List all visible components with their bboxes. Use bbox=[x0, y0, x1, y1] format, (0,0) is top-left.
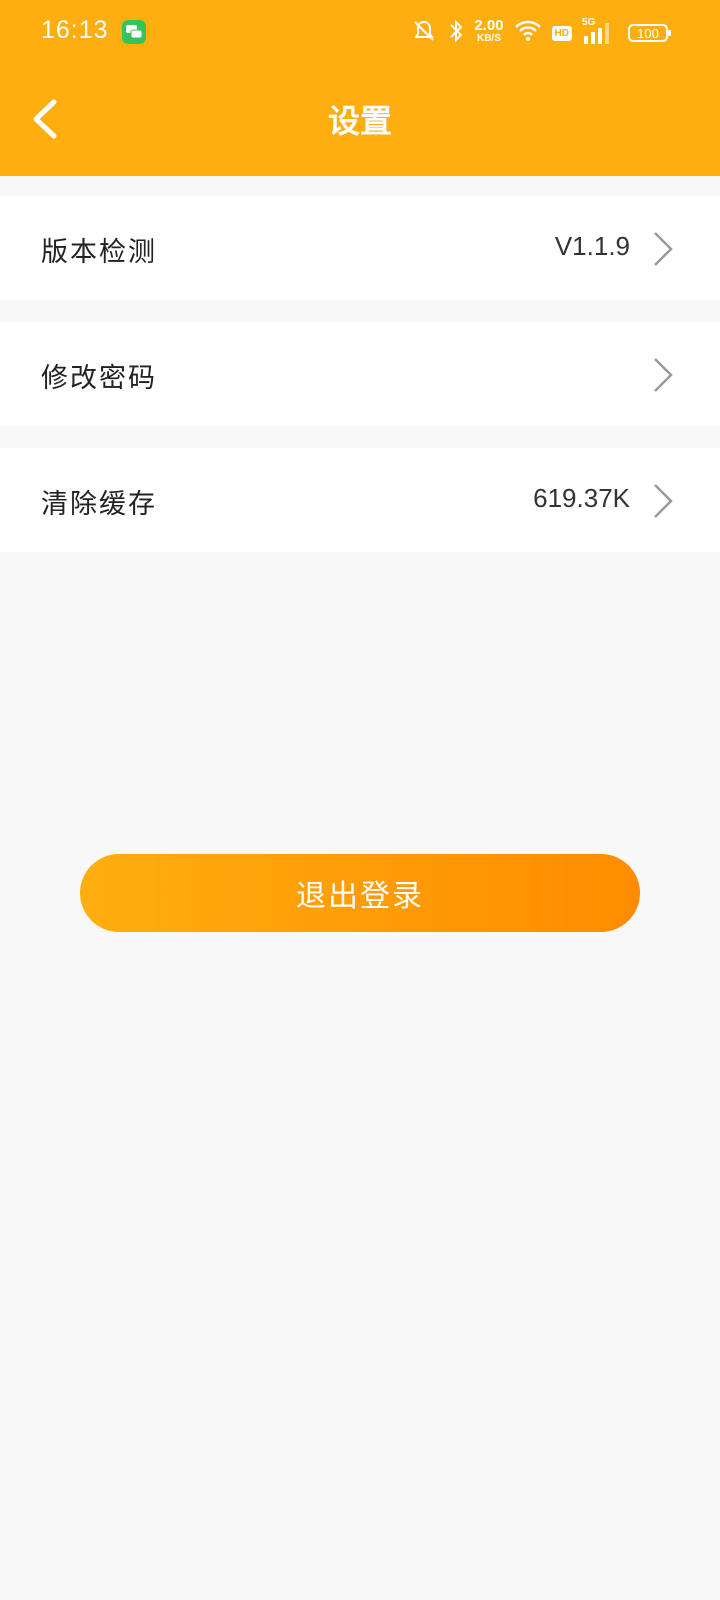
settings-item-label: 清除缓存 bbox=[41, 489, 157, 520]
settings-item-label: 修改密码 bbox=[41, 363, 157, 394]
mute-bell-icon bbox=[410, 17, 438, 49]
status-icons: 2.00 KB/S HD 5G 100 bbox=[410, 16, 671, 50]
signal-icon: 5G bbox=[582, 17, 612, 46]
network-speed: 2.00 KB/S bbox=[474, 17, 504, 44]
status-bar: 16:13 2.00 KB/S HD 5G 100 bbox=[0, 0, 720, 64]
chevron-right-icon bbox=[654, 232, 673, 266]
message-app-icon bbox=[122, 20, 146, 44]
settings-item-change-password[interactable]: 修改密码 bbox=[0, 322, 720, 426]
bluetooth-icon bbox=[448, 18, 464, 48]
page-title: 设置 bbox=[327, 102, 392, 140]
settings-item-label: 版本检测 bbox=[41, 237, 157, 268]
wifi-icon bbox=[514, 19, 542, 47]
settings-item-value: V1.1.9 bbox=[554, 231, 630, 261]
logout-button[interactable]: 退出登录 bbox=[80, 854, 640, 932]
hd-badge: HD bbox=[551, 25, 572, 41]
settings-item-version-check[interactable]: 版本检测 V1.1.9 bbox=[0, 196, 720, 300]
chevron-right-icon bbox=[654, 484, 673, 518]
settings-item-value: 619.37K bbox=[533, 483, 630, 513]
settings-item-clear-cache[interactable]: 清除缓存 619.37K bbox=[0, 448, 720, 552]
header-bar: 16:13 2.00 KB/S HD 5G 100 设置 bbox=[0, 0, 720, 176]
chevron-right-icon bbox=[654, 358, 673, 392]
battery-icon: 100 bbox=[628, 24, 671, 42]
status-time: 16:13 bbox=[41, 16, 109, 44]
